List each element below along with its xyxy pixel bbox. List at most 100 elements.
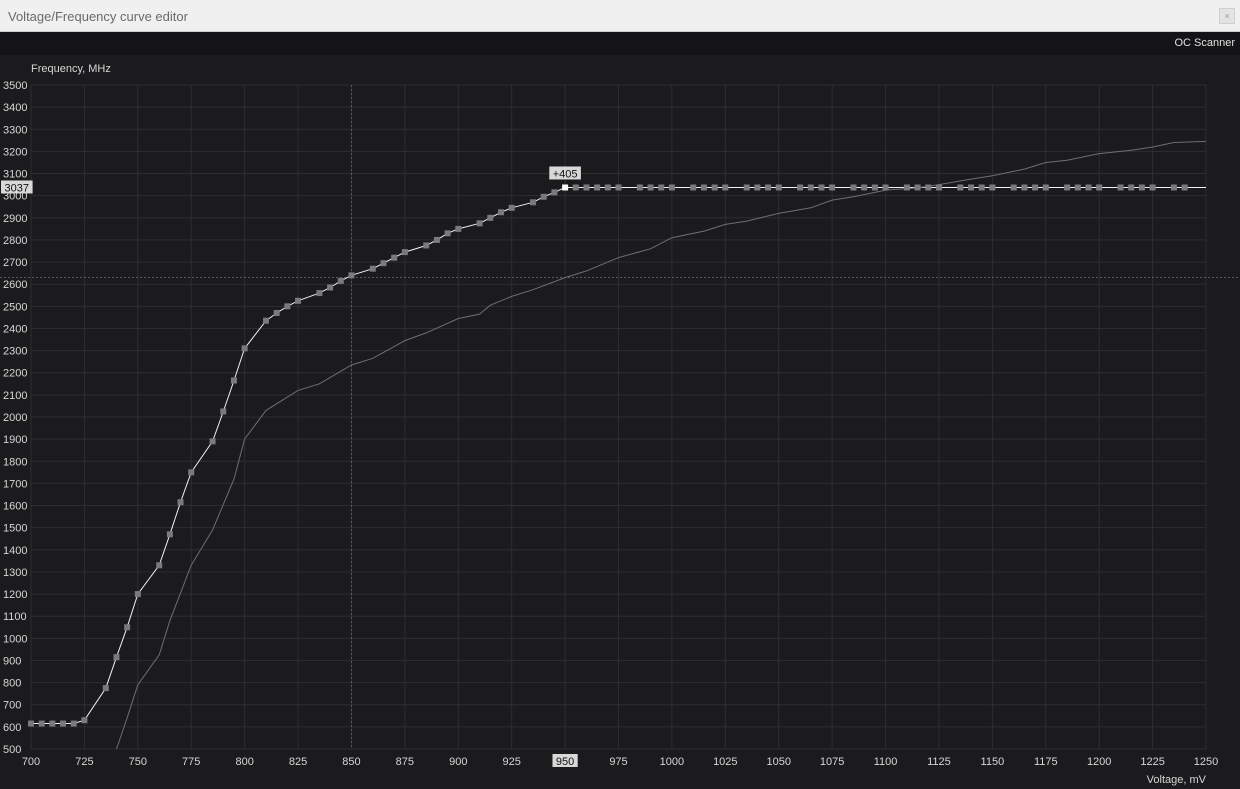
- curve-point[interactable]: [700, 184, 707, 191]
- curve-point[interactable]: [60, 720, 67, 727]
- close-icon[interactable]: ×: [1219, 8, 1235, 24]
- curve-point[interactable]: [188, 469, 195, 476]
- curve-point[interactable]: [156, 562, 163, 569]
- curve-point[interactable]: [668, 184, 675, 191]
- curve-point[interactable]: [348, 272, 355, 279]
- curve-point[interactable]: [604, 184, 611, 191]
- curve-points[interactable]: [28, 184, 1188, 727]
- curve-point[interactable]: [498, 209, 504, 216]
- curve-point[interactable]: [594, 184, 601, 191]
- curve-point[interactable]: [636, 184, 643, 191]
- curve-point[interactable]: [134, 591, 141, 598]
- x-tick-label: 1150: [981, 756, 1005, 768]
- curve-point[interactable]: [295, 297, 302, 304]
- curve-point[interactable]: [647, 184, 654, 191]
- curve-point[interactable]: [1021, 184, 1028, 191]
- curve-point[interactable]: [124, 624, 131, 631]
- curve-point[interactable]: [861, 184, 868, 191]
- curve-point[interactable]: [1032, 184, 1039, 191]
- curve-point[interactable]: [1096, 184, 1103, 191]
- curve-point[interactable]: [765, 184, 772, 191]
- curve-point[interactable]: [871, 184, 878, 191]
- toolbar: OC Scanner: [0, 32, 1240, 55]
- curve-point[interactable]: [1064, 184, 1071, 191]
- curve-point[interactable]: [70, 720, 77, 727]
- curve-point[interactable]: [882, 184, 889, 191]
- oc-scanner-button[interactable]: OC Scanner: [1174, 37, 1235, 49]
- curve-point[interactable]: [1117, 184, 1124, 191]
- curve-point[interactable]: [850, 184, 857, 191]
- curve-point[interactable]: [711, 184, 718, 191]
- curve-point[interactable]: [487, 214, 494, 221]
- curve-point[interactable]: [807, 184, 814, 191]
- y-axis-title: Frequency, MHz: [31, 63, 111, 75]
- curve-point[interactable]: [903, 184, 910, 191]
- curve-point[interactable]: [273, 309, 280, 316]
- curve-point[interactable]: [754, 184, 761, 191]
- curve-point[interactable]: [1074, 184, 1081, 191]
- x-tick-label: 925: [503, 756, 521, 768]
- curve-point[interactable]: [380, 260, 387, 267]
- curve-point[interactable]: [989, 184, 996, 191]
- curve-point[interactable]: [530, 199, 537, 206]
- curve-point[interactable]: [583, 184, 590, 191]
- curve-point[interactable]: [690, 184, 697, 191]
- curve-point[interactable]: [316, 290, 323, 297]
- curve-point[interactable]: [327, 284, 334, 291]
- curve-point[interactable]: [829, 184, 836, 191]
- curve-point[interactable]: [1181, 184, 1188, 191]
- curve-point[interactable]: [444, 230, 451, 237]
- curve-point[interactable]: [113, 654, 120, 661]
- curve-point[interactable]: [743, 184, 750, 191]
- curve-point[interactable]: [177, 499, 184, 506]
- curve-point[interactable]: [551, 189, 558, 196]
- curve-point[interactable]: [209, 438, 216, 445]
- curve-point[interactable]: [28, 720, 34, 727]
- curve-point[interactable]: [1085, 184, 1092, 191]
- curve-point[interactable]: [935, 184, 942, 191]
- curve-point[interactable]: [572, 184, 579, 191]
- y-tick-label: 2200: [3, 368, 27, 380]
- curve-point[interactable]: [797, 184, 804, 191]
- curve-point[interactable]: [401, 249, 408, 256]
- curve-point[interactable]: [1010, 184, 1017, 191]
- y-tick-label: 1200: [3, 589, 27, 601]
- curve-point[interactable]: [49, 720, 56, 727]
- curve-point[interactable]: [1149, 184, 1156, 191]
- curve-point[interactable]: [818, 184, 825, 191]
- curve-point[interactable]: [476, 220, 483, 227]
- curve-point[interactable]: [615, 184, 622, 191]
- curve-point[interactable]: [241, 345, 248, 352]
- curve-point[interactable]: [38, 720, 45, 727]
- curve-point[interactable]: [658, 184, 665, 191]
- curve-point[interactable]: [423, 242, 430, 249]
- curve-point[interactable]: [369, 265, 376, 272]
- curve-point[interactable]: [102, 685, 109, 692]
- curve-point[interactable]: [978, 184, 985, 191]
- curve-point[interactable]: [1128, 184, 1135, 191]
- curve-point[interactable]: [957, 184, 964, 191]
- curve-point[interactable]: [1170, 184, 1177, 191]
- curve-point[interactable]: [508, 204, 515, 211]
- curve-point[interactable]: [263, 317, 269, 324]
- curve-point[interactable]: [1138, 184, 1145, 191]
- curve-point[interactable]: [337, 277, 344, 284]
- x-tick-label: 975: [609, 756, 627, 768]
- vf-curve-chart[interactable]: 500 600 700 800 900 1000 1100 1200 1300 1400 1500 1…: [0, 55, 1240, 789]
- curve-point[interactable]: [775, 184, 782, 191]
- curve-point[interactable]: [722, 184, 729, 191]
- curve-point[interactable]: [220, 408, 227, 415]
- curve-point[interactable]: [925, 184, 932, 191]
- curve-point[interactable]: [968, 184, 974, 191]
- curve-point[interactable]: [540, 193, 547, 200]
- curve-point[interactable]: [81, 717, 88, 724]
- curve-point[interactable]: [391, 254, 398, 261]
- curve-point[interactable]: [433, 236, 440, 243]
- x-tick-label: 875: [396, 756, 414, 768]
- curve-point[interactable]: [284, 303, 291, 310]
- curve-point[interactable]: [1042, 184, 1049, 191]
- curve-point[interactable]: [455, 225, 462, 232]
- curve-point[interactable]: [230, 377, 237, 384]
- curve-point[interactable]: [166, 531, 173, 538]
- curve-point[interactable]: [914, 184, 921, 191]
